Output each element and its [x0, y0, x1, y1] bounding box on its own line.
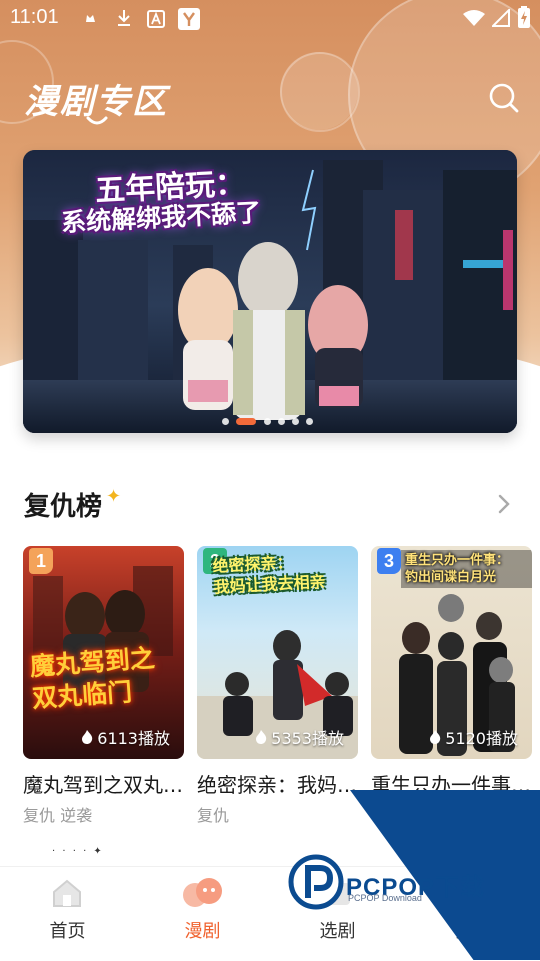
home-icon	[53, 879, 81, 907]
signal-icon	[492, 9, 510, 27]
pagination-dot[interactable]	[292, 418, 299, 425]
flame-icon	[256, 730, 267, 744]
pagination-dot[interactable]	[264, 418, 271, 425]
y-box-icon	[178, 8, 200, 30]
status-bar: 11:01	[0, 0, 540, 36]
play-count: 6113播放	[80, 725, 170, 749]
play-count: 5353播放	[254, 725, 344, 749]
chevron-right-icon[interactable]	[494, 492, 514, 516]
cat-icon	[86, 15, 95, 22]
pagination-dot[interactable]	[222, 418, 229, 425]
pagination-dot[interactable]	[306, 418, 313, 425]
tab-label: 选剧	[319, 921, 356, 942]
status-time: 11:01	[10, 6, 59, 28]
card-poster[interactable]: 1 魔丸驾到之 双丸临门 6113播放	[23, 546, 184, 759]
drama-card[interactable]: 3 重生只办一件事： 钓出间谍白月光 5120播放 重生只办一件事：钓出间谍白月…	[371, 546, 537, 802]
tab-label: 漫剧	[184, 921, 221, 942]
card-poster[interactable]: 2 绝密探亲： 我妈让我去相亲 5353播放	[197, 546, 358, 759]
play-count-text: 6113播放	[97, 729, 170, 748]
card-title[interactable]: 魔丸驾到之双丸临门	[23, 769, 189, 798]
tab-label: 首页	[49, 921, 86, 942]
card-title[interactable]: 绝密探亲：我妈让我去相亲	[197, 769, 363, 798]
a-box-icon	[147, 10, 165, 28]
play-count: 5120播放	[428, 725, 518, 749]
next-section-peek: · · · · ✦	[52, 846, 104, 857]
featured-banner[interactable]: 五年陪玩： 系统解绑我不舔了	[23, 150, 517, 433]
pagination-dot-active[interactable]	[236, 418, 256, 425]
watermark-logo	[288, 854, 344, 910]
card-poster[interactable]: 3 重生只办一件事： 钓出间谍白月光 5120播放	[371, 546, 532, 759]
poster-title: 魔丸驾到之 双丸临门	[29, 643, 156, 714]
search-button[interactable]	[486, 80, 522, 116]
play-count-text: 5120播放	[445, 729, 518, 748]
wifi-icon	[463, 10, 485, 26]
poster-title: 绝密探亲： 我妈让我去相亲	[212, 552, 327, 597]
smile-decoration	[86, 116, 108, 125]
card-rank-badge: 1	[29, 548, 53, 574]
flame-icon	[82, 730, 93, 744]
pagination-dot[interactable]	[278, 418, 285, 425]
battery-icon	[518, 6, 530, 28]
search-icon	[489, 83, 519, 113]
poster-title: 重生只办一件事： 钓出间谍白月光	[401, 550, 532, 588]
card-rank-badge: 3	[377, 548, 401, 574]
sparkle-icon: ✦	[106, 486, 122, 507]
watermark-sub: PCPOP Download	[348, 893, 422, 903]
card-tags: 复仇	[197, 806, 230, 825]
section-title: 复仇榜	[24, 492, 103, 522]
tab-home[interactable]: 首页	[0, 867, 135, 961]
drama-card[interactable]: 2 绝密探亲： 我妈让我去相亲 5353播放 绝密探亲：我妈让我去相亲 复仇	[197, 546, 363, 826]
drama-card[interactable]: 1 魔丸驾到之 双丸临门 6113播放 魔丸驾到之双丸临门 复仇 逆袭	[23, 546, 189, 826]
tab-drama[interactable]: 漫剧	[135, 867, 270, 961]
flame-icon	[430, 730, 441, 744]
card-tags: 复仇 逆袭	[23, 806, 93, 825]
download-icon	[118, 10, 130, 26]
drama-icon	[183, 878, 222, 907]
play-count-text: 5353播放	[271, 729, 344, 748]
